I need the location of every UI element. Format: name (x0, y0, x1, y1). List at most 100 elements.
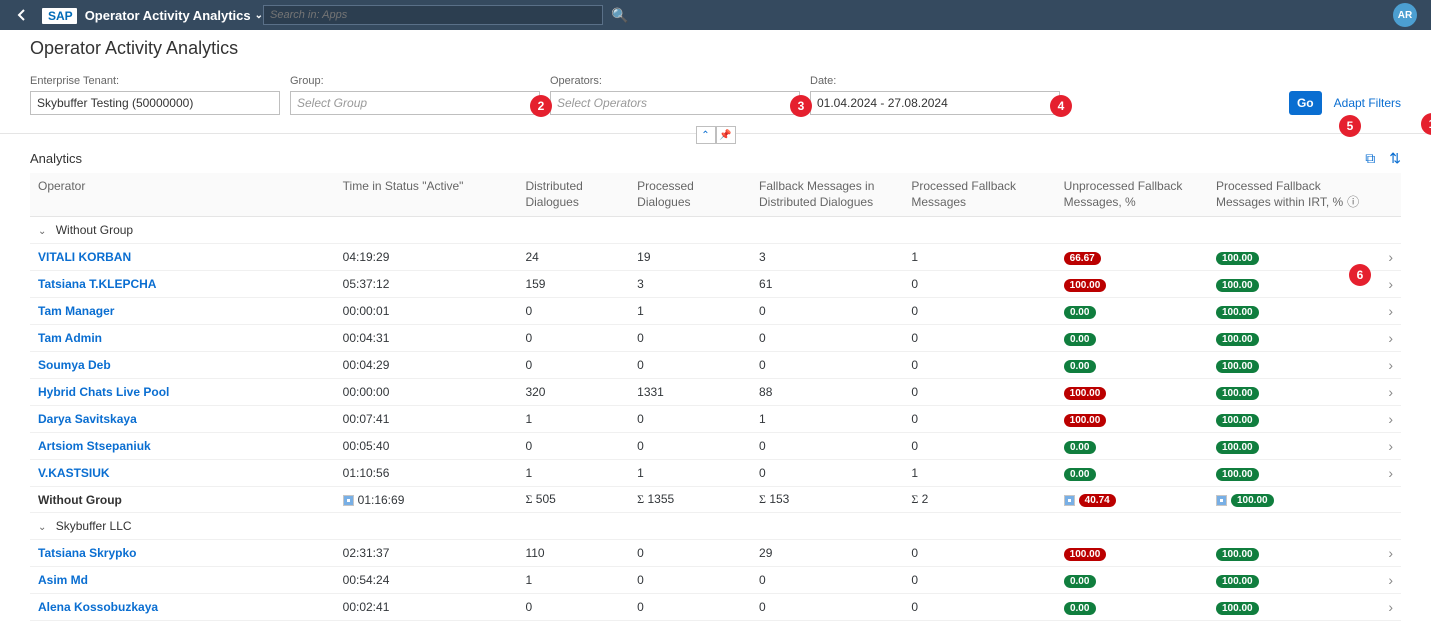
operator-link[interactable]: Tatsiana T.KLEPCHA (38, 277, 156, 291)
operator-link[interactable]: Darya Savitskaya (38, 412, 137, 426)
cell-time: 00:00:00 (335, 379, 518, 406)
cell-dist: 24 (517, 244, 629, 271)
percent-badge: 100.00 (1216, 387, 1259, 400)
percent-badge: 100.00 (1231, 494, 1274, 507)
row-nav-icon[interactable]: › (1370, 460, 1401, 487)
col-time-active[interactable]: Time in Status "Active" (335, 173, 518, 217)
col-processed-fallback[interactable]: Processed Fallback Messages (903, 173, 1055, 217)
cell-irt: 100.00 (1208, 244, 1370, 271)
operator-link[interactable]: Tatsiana Skrypko (38, 546, 136, 560)
adapt-filters-link[interactable]: Adapt Filters (1334, 96, 1401, 110)
operator-link[interactable]: Hybrid Chats Live Pool (38, 385, 169, 399)
row-nav-icon[interactable]: › (1370, 567, 1401, 594)
row-nav-icon[interactable]: › (1370, 271, 1401, 298)
cell-proc: 3 (629, 271, 751, 298)
percent-badge: 0.00 (1064, 441, 1096, 454)
percent-badge: 0.00 (1064, 333, 1096, 346)
app-title-text: Operator Activity Analytics (85, 8, 251, 23)
col-distributed[interactable]: Distributed Dialogues (517, 173, 629, 217)
sum-icon (1216, 495, 1227, 506)
cell-time: 00:00:01 (335, 298, 518, 325)
cell-fb: 0 (751, 567, 903, 594)
cell-dist: 0 (517, 325, 629, 352)
operator-link[interactable]: Tam Admin (38, 331, 102, 345)
percent-badge: 100.00 (1064, 414, 1107, 427)
annotation-6: 6 (1349, 264, 1371, 286)
operator-link[interactable]: Artsiom Stsepaniuk (38, 439, 151, 453)
cell-dist: 1 (517, 460, 629, 487)
user-avatar[interactable]: AR (1393, 3, 1417, 27)
col-processed[interactable]: Processed Dialogues (629, 173, 751, 217)
tenant-input[interactable] (30, 91, 280, 115)
tenant-filter: Enterprise Tenant: 1 (30, 75, 280, 115)
row-nav-icon[interactable]: › (1370, 298, 1401, 325)
row-nav-icon[interactable]: › (1370, 379, 1401, 406)
cell-fb: 61 (751, 271, 903, 298)
cell-pfb: 0 (903, 379, 1055, 406)
info-icon[interactable]: ⓘ (1347, 195, 1359, 209)
row-nav-icon[interactable]: › (1370, 594, 1401, 621)
cell-fb: 0 (751, 298, 903, 325)
group-input[interactable]: Select Group (290, 91, 540, 115)
search-input[interactable] (263, 5, 603, 25)
cell-irt: 100.00 (1208, 352, 1370, 379)
percent-badge: 66.67 (1064, 252, 1101, 265)
sap-logo-text: SAP (42, 8, 77, 24)
col-fallback-dist[interactable]: Fallback Messages in Distributed Dialogu… (751, 173, 903, 217)
row-nav-icon[interactable]: › (1370, 352, 1401, 379)
operators-input[interactable]: Select Operators (550, 91, 800, 115)
cell-unproc: 100.00 (1056, 406, 1208, 433)
sort-icon[interactable]: ⇅ (1389, 150, 1401, 167)
row-nav-icon[interactable]: › (1370, 325, 1401, 352)
sap-logo: SAP (42, 7, 77, 23)
group-header[interactable]: ⌄ Skybuffer LLC (30, 513, 1401, 540)
row-nav-icon[interactable]: › (1370, 244, 1401, 271)
cell-irt: 100.00 (1208, 325, 1370, 352)
percent-badge: 0.00 (1064, 468, 1096, 481)
percent-badge: 0.00 (1064, 575, 1096, 588)
cell-unproc: 66.67 (1056, 244, 1208, 271)
search-icon[interactable]: 🔍 (611, 7, 628, 24)
percent-badge: 100.00 (1216, 548, 1259, 561)
row-nav-icon[interactable]: › (1370, 433, 1401, 460)
cell-pfb: 0 (903, 433, 1055, 460)
operators-label: Operators: (550, 75, 800, 87)
col-processed-irt-pct[interactable]: Processed Fallback Messages within IRT, … (1208, 173, 1370, 217)
date-filter: Date: 4 (810, 75, 1060, 115)
row-nav-icon[interactable]: › (1370, 406, 1401, 433)
back-button[interactable] (10, 3, 34, 27)
date-label: Date: (810, 75, 1060, 87)
cell-fb: 1 (751, 406, 903, 433)
operators-filter: Operators: Select Operators 3 (550, 75, 800, 115)
operator-link[interactable]: Alena Kossobuzkaya (38, 600, 158, 614)
cell-proc: 1 (629, 298, 751, 325)
operator-link[interactable]: V.KASTSIUK (38, 466, 110, 480)
annotation-1: 1 (1421, 113, 1431, 135)
shellbar: SAP Operator Activity Analytics ⌄ 🔍 AR (0, 0, 1431, 30)
cell-irt: 100.00 (1208, 271, 1370, 298)
date-input[interactable] (810, 91, 1060, 115)
cell-dist: 0 (517, 594, 629, 621)
cell-irt: 100.00 (1208, 406, 1370, 433)
cell-unproc: 0.00 (1056, 567, 1208, 594)
app-title-dropdown[interactable]: Operator Activity Analytics ⌄ (85, 8, 263, 23)
export-icon[interactable]: ⧉ (1365, 150, 1375, 167)
go-button[interactable]: Go (1289, 91, 1322, 115)
operator-link[interactable]: Soumya Deb (38, 358, 111, 372)
cell-dist: 320 (517, 379, 629, 406)
percent-badge: 0.00 (1064, 306, 1096, 319)
col-unprocessed-pct[interactable]: Unprocessed Fallback Messages, % (1056, 173, 1208, 217)
cell-unproc: 0.00 (1056, 460, 1208, 487)
operator-link[interactable]: Tam Manager (38, 304, 114, 318)
chevron-down-icon: ⌄ (255, 10, 263, 21)
percent-badge: 100.00 (1216, 252, 1259, 265)
operator-link[interactable]: VITALI KORBAN (38, 250, 131, 264)
operator-link[interactable]: Asim Md (38, 573, 88, 587)
group-header[interactable]: ⌄ Without Group (30, 217, 1401, 244)
cell-irt: 100.00 (1208, 379, 1370, 406)
cell-irt: 100.00 (1208, 433, 1370, 460)
col-operator[interactable]: Operator (30, 173, 335, 217)
cell-irt: 100.00 (1208, 298, 1370, 325)
percent-badge: 100.00 (1064, 548, 1107, 561)
cell-time: 00:54:24 (335, 567, 518, 594)
